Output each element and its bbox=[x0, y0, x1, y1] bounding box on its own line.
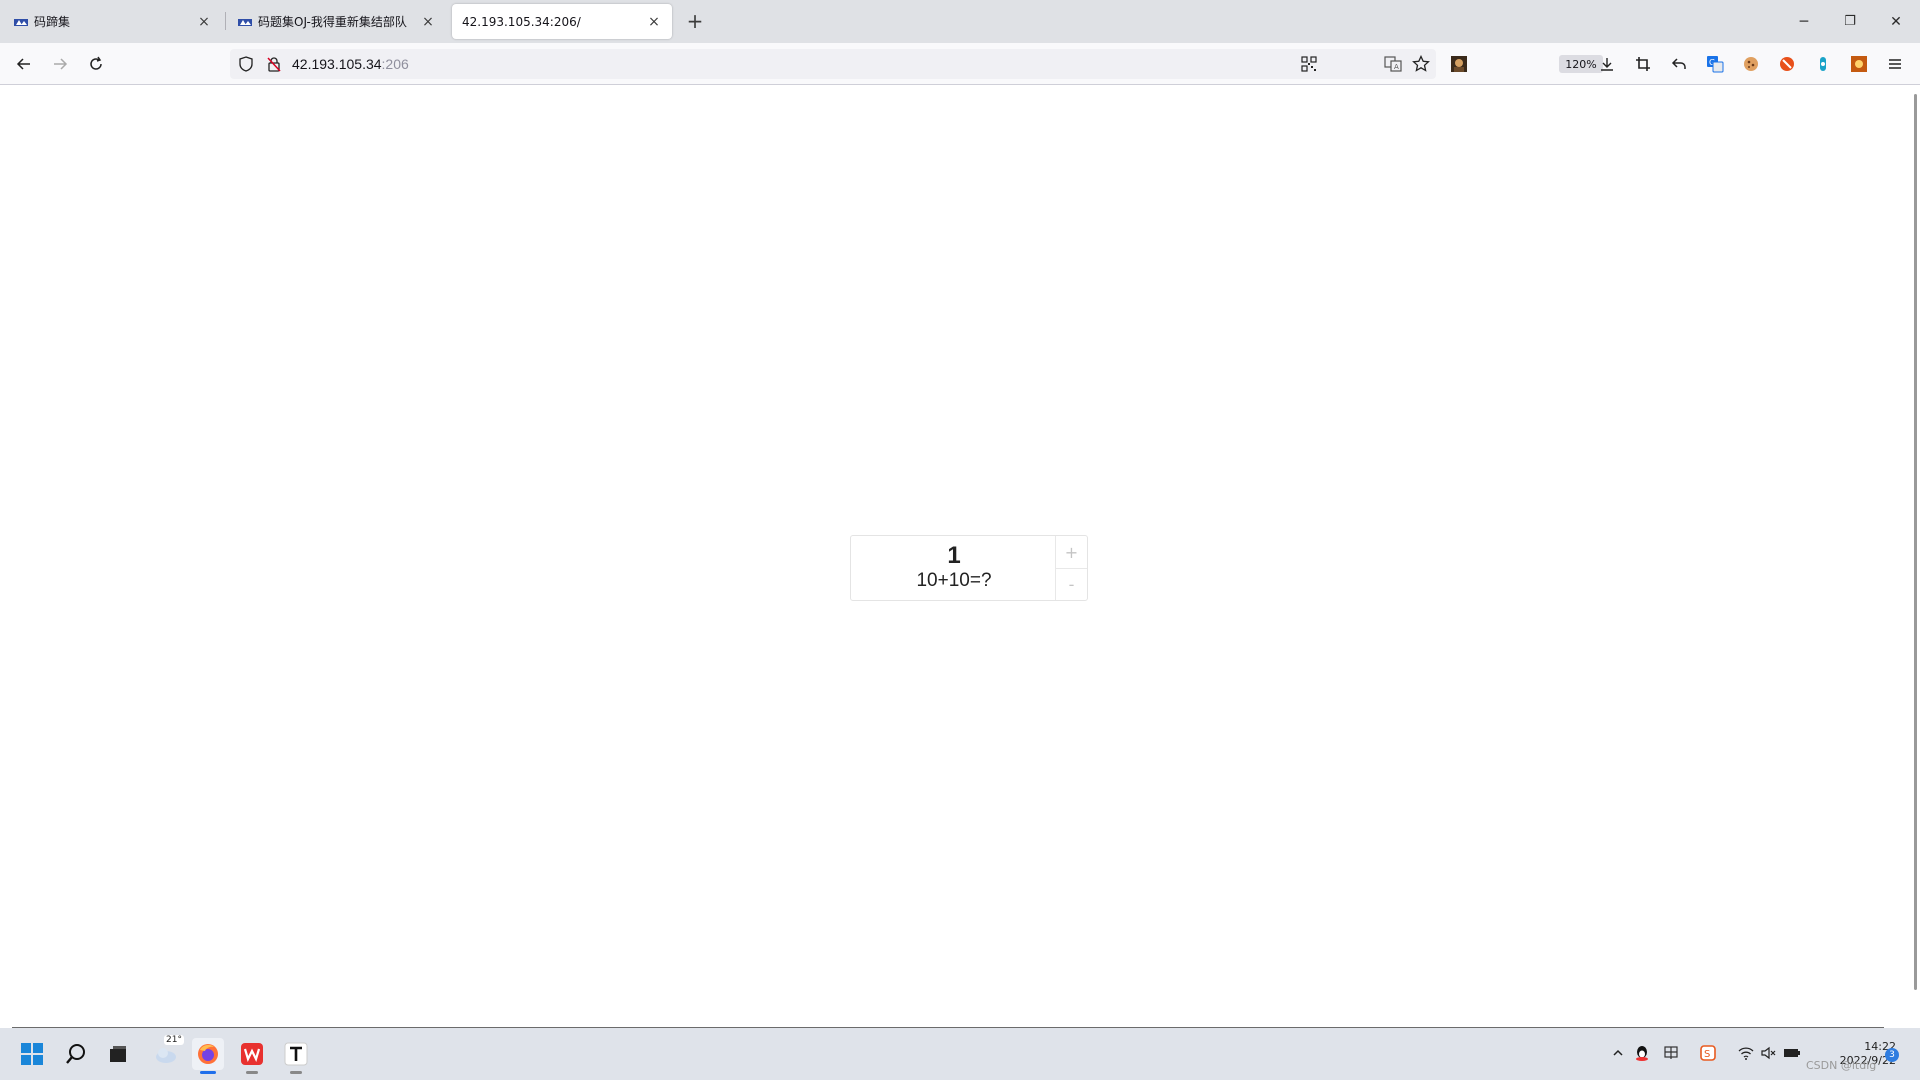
windows-taskbar: 21° S 14:22 2022/9/22 CSDN @ltdlg 3 bbox=[0, 1028, 1920, 1080]
app-menu-icon[interactable] bbox=[1883, 52, 1907, 76]
tab-divider bbox=[225, 12, 226, 30]
downloads-icon[interactable] bbox=[1595, 52, 1619, 76]
tab-title: 码题集OJ-我得重新集结部队 bbox=[258, 15, 407, 29]
url-port: :206 bbox=[381, 56, 409, 72]
vertical-scrollbar[interactable] bbox=[1914, 94, 1917, 990]
search-icon bbox=[66, 1044, 85, 1064]
profile-extension-icon[interactable] bbox=[1447, 52, 1471, 76]
tab-mati[interactable]: 码蹄集 × bbox=[4, 4, 222, 39]
wps-office-icon bbox=[241, 1043, 263, 1065]
back-arrow-icon bbox=[16, 58, 30, 70]
forward-button[interactable] bbox=[48, 52, 72, 76]
volume-muted-icon[interactable] bbox=[1757, 1042, 1779, 1064]
cookie-extension-icon[interactable] bbox=[1739, 52, 1763, 76]
bookmark-star-icon[interactable] bbox=[1412, 54, 1430, 77]
tab-title: 42.193.105.34:206/ bbox=[462, 14, 581, 29]
url-bar[interactable]: 42.193.105.34:206 120% A bbox=[230, 49, 1603, 79]
clock-time: 14:22 bbox=[1864, 1040, 1896, 1053]
notification-count-badge[interactable]: 3 bbox=[1885, 1048, 1899, 1062]
screenshot-crop-icon[interactable] bbox=[1631, 52, 1655, 76]
mati-favicon-icon bbox=[238, 15, 252, 29]
page-viewport: 1 10+10=? + - bbox=[0, 86, 1920, 1028]
new-tab-button[interactable]: + bbox=[684, 9, 706, 33]
qq-tray-icon[interactable] bbox=[1631, 1042, 1653, 1064]
forward-arrow-icon bbox=[54, 58, 68, 70]
search-button[interactable] bbox=[60, 1038, 92, 1070]
math-question: 10+10=? bbox=[916, 570, 992, 591]
svg-text:S: S bbox=[1704, 1049, 1710, 1060]
wifi-icon[interactable] bbox=[1735, 1042, 1757, 1064]
tab-mati-oj[interactable]: 码题集OJ-我得重新集结部队 × bbox=[228, 4, 446, 39]
wps-taskbar-button[interactable] bbox=[236, 1038, 268, 1074]
weather-widget[interactable]: 21° bbox=[150, 1035, 184, 1070]
back-button[interactable] bbox=[12, 52, 36, 76]
url-text[interactable]: 42.193.105.34:206 bbox=[292, 56, 409, 72]
svg-text:A: A bbox=[1394, 63, 1399, 71]
qr-code-icon[interactable] bbox=[1301, 56, 1317, 76]
start-button[interactable] bbox=[16, 1038, 48, 1070]
tab-strip: 码蹄集 × 码题集OJ-我得重新集结部队 × 42.193.105.34:206… bbox=[0, 0, 1920, 43]
counter-widget: 1 10+10=? + - bbox=[850, 535, 1088, 601]
minimize-button[interactable]: ─ bbox=[1781, 0, 1827, 43]
adblock-extension-icon[interactable] bbox=[1775, 52, 1799, 76]
counter-controls: + - bbox=[1055, 536, 1087, 600]
sun-extension-icon[interactable] bbox=[1847, 52, 1871, 76]
active-app-indicator bbox=[200, 1071, 216, 1074]
reload-icon bbox=[90, 56, 102, 70]
tab-close-icon[interactable]: × bbox=[420, 14, 436, 30]
input-method-icon[interactable] bbox=[1660, 1042, 1682, 1064]
weather-temperature: 21° bbox=[164, 1035, 184, 1045]
reload-button[interactable] bbox=[84, 52, 108, 76]
tampermonkey-extension-icon[interactable] bbox=[1811, 52, 1835, 76]
mati-favicon-icon bbox=[14, 15, 28, 29]
weather-cloud-icon bbox=[156, 1048, 176, 1063]
restore-button[interactable]: ❐ bbox=[1827, 0, 1873, 43]
navigation-toolbar: 42.193.105.34:206 120% A G bbox=[0, 43, 1920, 85]
sogou-input-icon[interactable]: S bbox=[1697, 1042, 1719, 1064]
typora-taskbar-button[interactable] bbox=[280, 1038, 312, 1074]
url-host: 42.193.105.34 bbox=[292, 56, 382, 72]
tab-title: 码蹄集 bbox=[34, 15, 71, 29]
csdn-watermark: CSDN @ltdlg bbox=[1806, 1059, 1877, 1072]
tab-current-page[interactable]: 42.193.105.34:206/ × bbox=[452, 4, 672, 39]
tab-close-icon[interactable]: × bbox=[196, 14, 212, 30]
tracking-shield-icon[interactable] bbox=[238, 56, 254, 76]
typora-icon bbox=[284, 1042, 308, 1066]
tab-close-icon[interactable]: × bbox=[646, 14, 662, 30]
battery-icon[interactable] bbox=[1781, 1042, 1803, 1064]
task-view-icon bbox=[110, 1046, 126, 1062]
decrement-button[interactable]: - bbox=[1056, 568, 1087, 600]
translate-icon[interactable]: A bbox=[1384, 56, 1402, 76]
undo-arrow-icon[interactable] bbox=[1667, 52, 1691, 76]
running-app-indicator bbox=[290, 1071, 302, 1074]
show-hidden-icons-chevron-icon[interactable] bbox=[1607, 1042, 1629, 1064]
counter-value: 1 bbox=[947, 542, 961, 569]
windows-logo-icon bbox=[21, 1043, 43, 1065]
increment-button[interactable]: + bbox=[1056, 536, 1087, 568]
firefox-taskbar-button[interactable] bbox=[192, 1038, 224, 1074]
task-view-button[interactable] bbox=[102, 1038, 134, 1070]
running-app-indicator bbox=[246, 1071, 258, 1074]
translator-extension-icon[interactable]: G bbox=[1703, 52, 1727, 76]
close-window-button[interactable]: ✕ bbox=[1873, 0, 1919, 43]
insecure-lock-icon[interactable] bbox=[266, 56, 282, 76]
firefox-icon bbox=[198, 1044, 218, 1064]
